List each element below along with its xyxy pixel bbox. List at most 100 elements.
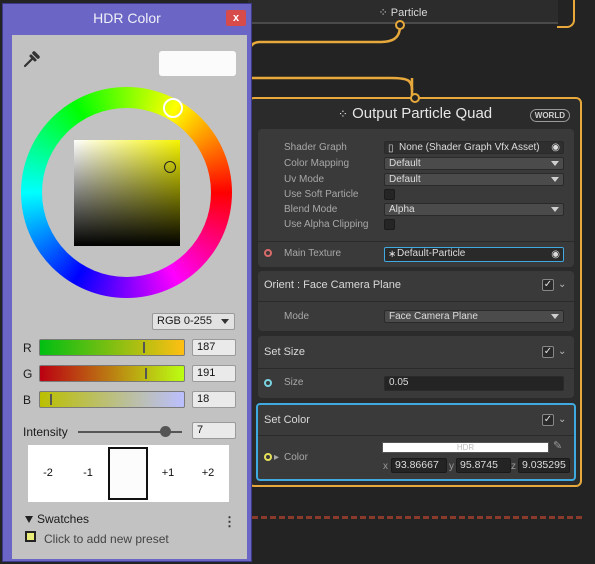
orient-block[interactable]: Orient : Face Camera Plane ✓ ⌄ Mode Face… <box>258 271 574 331</box>
flow-input-port[interactable] <box>410 93 420 103</box>
property-label: Shader Graph <box>284 142 347 153</box>
output-node-title: Output Particle Quad <box>352 105 493 122</box>
orient-block-title: Orient : Face Camera Plane <box>264 279 401 291</box>
chevron-down-icon <box>551 314 559 319</box>
vfx-sparkle-icon: ⁘ <box>337 107 348 121</box>
chevron-down-icon <box>551 177 559 182</box>
set-color-block[interactable]: Set Color ✓ ⌄ ▸ Color HDR ✎ x 93.86667 y… <box>256 403 576 481</box>
main-texture-field[interactable]: ∗ Default-Particle ◉ <box>384 247 564 262</box>
color-mode-dropdown[interactable]: RGB 0-255 <box>152 313 235 330</box>
green-label: G <box>23 367 33 381</box>
property-row-uv-mode: Uv Mode Default <box>280 173 568 187</box>
hue-handle[interactable] <box>163 98 183 118</box>
red-slider[interactable] <box>39 339 185 356</box>
green-slider-handle[interactable] <box>145 368 147 379</box>
set-size-enabled-checkbox[interactable]: ✓ <box>542 346 554 358</box>
object-picker-icon[interactable]: ◉ <box>551 142 560 153</box>
file-icon: ▯ <box>388 143 394 154</box>
green-slider[interactable] <box>39 365 185 382</box>
y-label: y <box>449 461 454 472</box>
hdr-color-picker-window[interactable]: HDR Color x RGB 0-255 R 187 G 191 B 18 I… <box>2 3 252 562</box>
close-button[interactable]: x <box>226 10 246 26</box>
color-preview-swatch <box>159 51 236 76</box>
green-value-field[interactable]: 191 <box>192 365 236 382</box>
color-label: Color <box>284 452 308 463</box>
exposure-current-swatch <box>108 447 148 500</box>
divider <box>258 301 574 302</box>
intensity-label: Intensity <box>23 425 68 439</box>
vfx-sparkle-icon: ⁘ <box>378 7 388 19</box>
exposure-plus1-button[interactable]: +1 <box>148 445 188 502</box>
main-texture-port[interactable] <box>264 249 272 257</box>
x-label: x <box>383 461 388 472</box>
blue-slider-handle[interactable] <box>50 394 52 405</box>
chevron-down-icon <box>551 161 559 166</box>
object-picker-icon[interactable]: ◉ <box>551 249 560 260</box>
intensity-slider-knob[interactable] <box>160 426 171 437</box>
swatches-title[interactable]: Swatches <box>37 512 89 526</box>
blend-mode-dropdown[interactable]: Alpha <box>384 203 564 216</box>
saturation-value-square[interactable] <box>74 140 180 246</box>
chevron-down-icon[interactable]: ⌄ <box>558 279 568 290</box>
property-row-color-mapping: Color Mapping Default <box>280 157 568 171</box>
set-color-enabled-checkbox[interactable]: ✓ <box>542 414 554 426</box>
chevron-down-icon <box>551 207 559 212</box>
add-preset-hint[interactable]: Click to add new preset <box>44 532 169 546</box>
red-value-field[interactable]: 187 <box>192 339 236 356</box>
preset-swatch-icon[interactable] <box>25 531 36 542</box>
divider <box>258 368 574 369</box>
flow-output-port[interactable] <box>395 20 405 30</box>
shader-graph-object-field[interactable]: ▯ None (Shader Graph Vfx Asset) ◉ <box>384 141 564 154</box>
picker-title: HDR Color <box>93 10 161 26</box>
chevron-down-icon[interactable]: ⌄ <box>558 346 568 357</box>
more-options-icon[interactable]: ⋮ <box>223 514 236 530</box>
output-particle-quad-node[interactable]: ⁘ Output Particle Quad WORLD Shader Grap… <box>248 93 582 487</box>
set-size-block-title: Set Size <box>264 346 305 358</box>
blue-value-field[interactable]: 18 <box>192 391 236 408</box>
use-alpha-clipping-checkbox[interactable] <box>384 219 395 230</box>
intensity-value-field[interactable]: 7 <box>192 422 236 439</box>
swatches-foldout-arrow[interactable] <box>25 516 33 523</box>
use-soft-particle-checkbox[interactable] <box>384 189 395 200</box>
set-size-block[interactable]: Set Size ✓ ⌄ Size 0.05 <box>258 336 574 398</box>
eyedropper-icon[interactable]: ✎ <box>553 439 562 452</box>
orient-enabled-checkbox[interactable]: ✓ <box>542 279 554 291</box>
red-slider-handle[interactable] <box>143 342 145 353</box>
exposure-minus1-button[interactable]: -1 <box>68 445 108 502</box>
exposure-minus2-button[interactable]: -2 <box>28 445 68 502</box>
property-row-orient-mode: Mode Face Camera Plane <box>280 310 568 324</box>
color-port[interactable] <box>264 453 272 461</box>
color-mapping-dropdown[interactable]: Default <box>384 157 564 170</box>
sv-handle[interactable] <box>164 161 176 173</box>
size-float-field[interactable]: 0.05 <box>384 376 564 391</box>
z-label: z <box>511 461 516 472</box>
color-z-field[interactable]: 9.035295 <box>518 458 570 473</box>
property-row-shader-graph: Shader Graph ▯ None (Shader Graph Vfx As… <box>280 141 568 155</box>
divider <box>258 241 574 242</box>
color-expand-arrow[interactable]: ▸ <box>274 452 279 463</box>
blue-label: B <box>23 393 32 407</box>
hdr-tag: HDR <box>456 443 475 452</box>
chevron-down-icon <box>221 319 229 324</box>
chevron-down-icon[interactable]: ⌄ <box>558 414 568 425</box>
exposure-swatches: -2 -1 +1 +2 <box>28 445 229 502</box>
texture-icon: ∗ <box>388 249 397 260</box>
space-badge[interactable]: WORLD <box>529 109 570 122</box>
property-row-blend-mode: Blend Mode Alpha <box>280 203 568 217</box>
uv-mode-dropdown[interactable]: Default <box>384 173 564 186</box>
divider <box>258 435 574 436</box>
color-y-field[interactable]: 95.8745 <box>456 458 511 473</box>
property-row-alpha-clipping: Use Alpha Clipping <box>280 218 568 232</box>
exposure-plus2-button[interactable]: +2 <box>188 445 228 502</box>
flow-edge-right <box>557 0 575 28</box>
orient-mode-dropdown[interactable]: Face Camera Plane <box>384 310 564 323</box>
color-x-field[interactable]: 93.86667 <box>391 458 447 473</box>
hue-wheel[interactable] <box>21 87 232 298</box>
size-port[interactable] <box>264 379 272 387</box>
particle-node-title: Particle <box>390 7 428 19</box>
hdr-color-swatch[interactable]: HDR <box>382 442 549 453</box>
eyedropper-icon[interactable] <box>22 51 40 69</box>
property-row-soft-particle: Use Soft Particle <box>280 188 568 202</box>
set-color-block-title: Set Color <box>264 414 310 426</box>
blue-slider[interactable] <box>39 391 185 408</box>
